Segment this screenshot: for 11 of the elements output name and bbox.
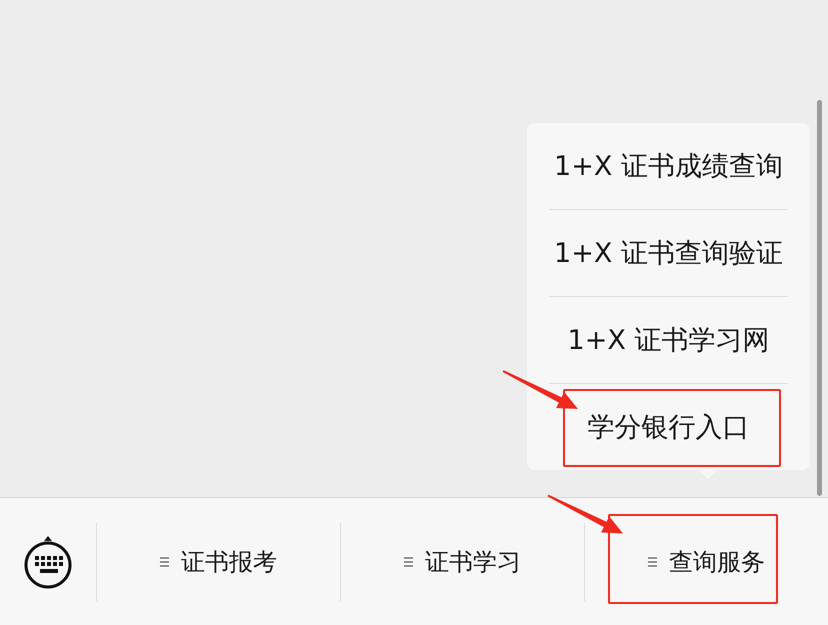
menu-item[interactable]: 1+X 证书学习网 [568,322,770,358]
menu-item[interactable]: 1+X 证书成绩查询 [554,148,783,184]
keyboard-icon [23,534,73,590]
menu-icon [404,556,413,568]
menu-item[interactable]: 1+X 证书查询验证 [554,235,783,271]
menu-tab[interactable]: 证书学习 [404,546,521,578]
menu-icon [648,556,657,568]
menu-item[interactable]: 学分银行入口 [588,409,750,445]
menu-tab[interactable]: 证书报考 [160,546,277,578]
menu-tab[interactable]: 查询服务 [648,546,765,578]
menu-icon [160,556,169,568]
